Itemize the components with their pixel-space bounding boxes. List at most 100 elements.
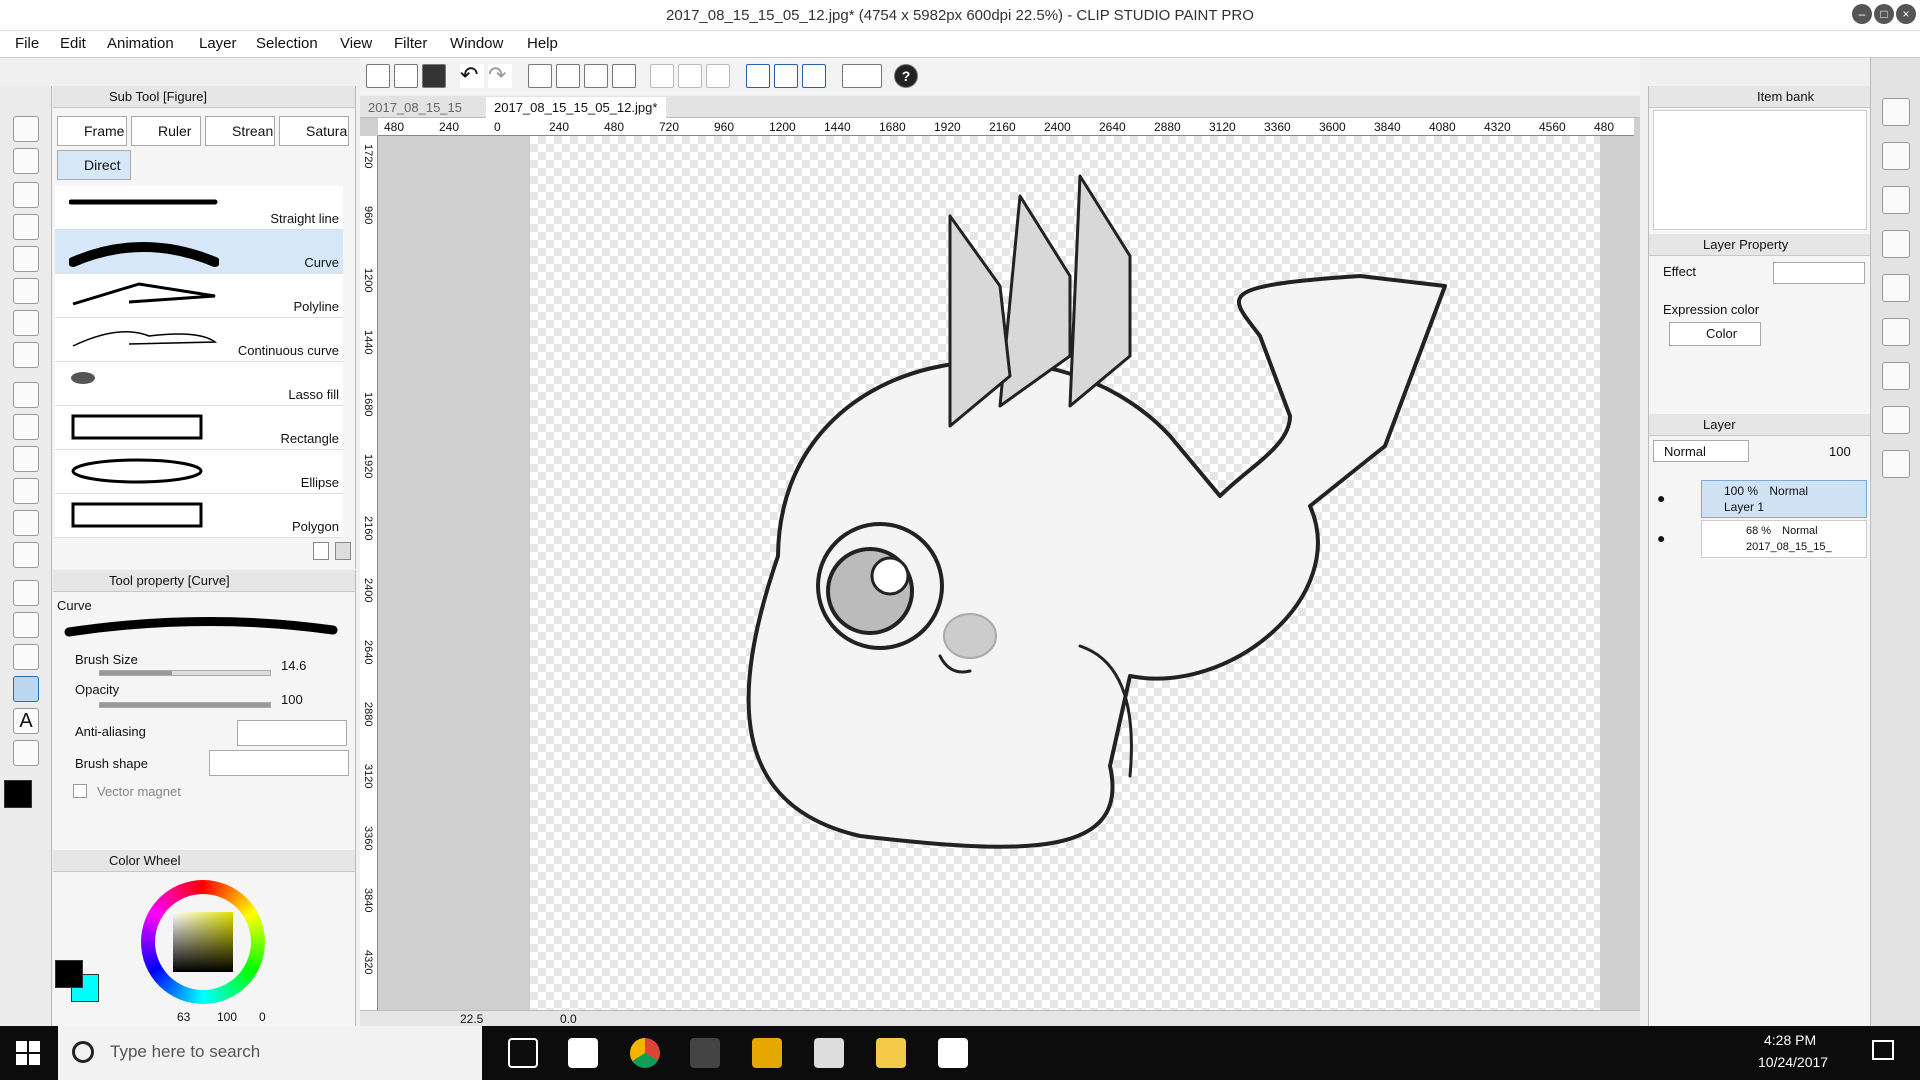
open-file-icon[interactable] (394, 64, 418, 88)
subtool-item[interactable]: Straight line (55, 186, 343, 230)
figure-tool-icon[interactable] (13, 644, 39, 670)
app-icon[interactable] (690, 1038, 720, 1068)
hand-tool-icon[interactable] (13, 148, 39, 174)
search-layer-icon[interactable] (1882, 318, 1910, 346)
selection-tool-icon[interactable] (13, 246, 39, 272)
photos-icon[interactable] (752, 1038, 782, 1068)
clip-studio-icon[interactable] (938, 1038, 968, 1068)
curve-figure-tool-icon[interactable] (13, 676, 39, 702)
info-icon[interactable] (1882, 230, 1910, 258)
clock-date[interactable]: 10/24/2017 (1758, 1054, 1828, 1070)
subview-icon[interactable] (1882, 142, 1910, 170)
notifications-icon[interactable] (1872, 1040, 1894, 1060)
menu-help[interactable]: Help (527, 35, 558, 52)
add-subtool-icon[interactable] (313, 542, 329, 560)
crop-icon[interactable] (556, 64, 580, 88)
brush-tool-icon[interactable] (13, 414, 39, 440)
menu-window[interactable]: Window (450, 35, 503, 52)
menu-view[interactable]: View (340, 35, 372, 52)
layer-property-icon[interactable] (1882, 274, 1910, 302)
opacity-value[interactable]: 100 (281, 692, 303, 707)
menu-animation[interactable]: Animation (107, 35, 174, 52)
brush-size-value[interactable]: 14.6 (281, 658, 306, 673)
hue-ring[interactable] (141, 880, 265, 1004)
effect-buttons[interactable] (1773, 262, 1865, 284)
document-tab[interactable]: 2017_08_15_15 (360, 97, 484, 118)
layer-row[interactable]: 100 % Normal Layer 1 (1701, 480, 1867, 518)
layer-icon[interactable] (1882, 362, 1910, 390)
color-main-swatch[interactable] (55, 960, 83, 988)
menu-selection[interactable]: Selection (256, 35, 318, 52)
close-button[interactable]: × (1896, 4, 1916, 24)
tab-stream[interactable]: Strean (205, 116, 275, 146)
clear-selection-icon[interactable] (528, 64, 552, 88)
snap-icon[interactable] (650, 64, 674, 88)
vector-magnet-checkbox[interactable] (73, 784, 87, 798)
save-icon[interactable] (422, 64, 446, 88)
auto-select-tool-icon[interactable] (13, 278, 39, 304)
tab-frame[interactable]: Frame (57, 116, 127, 146)
text-tool-icon[interactable]: A (13, 708, 39, 734)
brush-size-slider[interactable] (99, 670, 271, 676)
search-box[interactable]: Type here to search (58, 1026, 482, 1080)
chrome-icon[interactable] (630, 1038, 660, 1068)
fill-icon[interactable] (584, 64, 608, 88)
balloon-tool-icon[interactable] (13, 740, 39, 766)
gradient-tool-icon[interactable] (13, 612, 39, 638)
document-tab-active[interactable]: 2017_08_15_15_05_12.jpg* (486, 97, 666, 118)
maximize-button[interactable]: □ (1874, 4, 1894, 24)
transform-icon[interactable] (612, 64, 636, 88)
tab-direct[interactable]: Direct (57, 150, 131, 180)
subtool-item[interactable]: Polygon (55, 494, 343, 538)
mail-icon[interactable] (814, 1038, 844, 1068)
snap-grid-icon[interactable] (706, 64, 730, 88)
blend-tool-icon[interactable] (13, 542, 39, 568)
fill-tool-icon[interactable] (13, 580, 39, 606)
pen-tool-icon[interactable] (13, 342, 39, 368)
menu-layer[interactable]: Layer (199, 35, 237, 52)
subtool-item[interactable]: Curve (55, 230, 343, 274)
subtool-item[interactable]: Continuous curve (55, 318, 343, 362)
brush-shape-dropdown[interactable] (209, 750, 349, 776)
subtool-item[interactable]: Lasso fill (55, 362, 343, 406)
snap-perspective-icon[interactable] (774, 64, 798, 88)
opacity-slider[interactable] (99, 702, 271, 708)
antialias-selector[interactable] (237, 720, 347, 746)
display-settings-icon[interactable] (842, 64, 882, 88)
tab-ruler[interactable]: Ruler (131, 116, 201, 146)
layer-opacity-value[interactable]: 100 (1829, 444, 1851, 459)
layer-row[interactable]: 68 % Normal 2017_08_15_15_ (1701, 520, 1867, 558)
menu-edit[interactable]: Edit (60, 35, 86, 52)
timeline-icon[interactable] (1882, 450, 1910, 478)
new-file-icon[interactable] (366, 64, 390, 88)
snap-ruler-icon[interactable] (678, 64, 702, 88)
subtool-item[interactable]: Ellipse (55, 450, 343, 494)
store-icon[interactable] (568, 1038, 598, 1068)
eye-icon[interactable]: ● (1657, 490, 1665, 506)
blend-mode-dropdown[interactable]: Normal (1653, 440, 1749, 462)
zoom-tool-icon[interactable] (13, 116, 39, 142)
task-view-icon[interactable] (508, 1038, 538, 1068)
undo-icon[interactable]: ↶ (460, 64, 484, 88)
clock-time[interactable]: 4:28 PM (1764, 1032, 1816, 1048)
rotation-value[interactable]: 0.0 (560, 1012, 577, 1026)
file-explorer-icon[interactable] (876, 1038, 906, 1068)
item-bank-header[interactable]: Item bank (1649, 86, 1870, 108)
snap-special-ruler-icon[interactable] (746, 64, 770, 88)
pencil-tool-icon[interactable] (13, 382, 39, 408)
subtool-item[interactable]: Rectangle (55, 406, 343, 450)
airbrush-tool-icon[interactable] (13, 446, 39, 472)
animation-icon[interactable] (1882, 406, 1910, 434)
zoom-value[interactable]: 22.5 (460, 1012, 483, 1026)
navigator-icon[interactable] (1882, 98, 1910, 126)
materials-icon[interactable] (1882, 186, 1910, 214)
redo-icon[interactable]: ↷ (488, 64, 512, 88)
subtool-item[interactable]: Polyline (55, 274, 343, 318)
menu-filter[interactable]: Filter (394, 35, 427, 52)
windows-start-icon[interactable] (16, 1041, 40, 1065)
menu-file[interactable]: File (15, 35, 39, 52)
move-tool-icon[interactable] (13, 214, 39, 240)
eye-icon[interactable]: ● (1657, 530, 1665, 546)
eraser-tool-icon[interactable] (13, 510, 39, 536)
minimize-button[interactable]: – (1852, 4, 1872, 24)
